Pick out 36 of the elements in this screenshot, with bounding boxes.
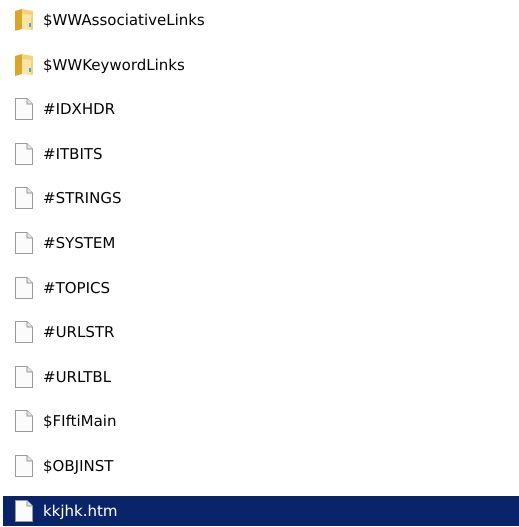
file-row[interactable]: #URLTBL bbox=[3, 362, 519, 392]
file-row[interactable]: $WWAssociativeLinks bbox=[3, 5, 519, 35]
file-row[interactable]: $WWKeywordLinks bbox=[3, 50, 519, 80]
file-name: $FIftiMain bbox=[43, 412, 116, 430]
file-icon bbox=[14, 320, 34, 344]
file-icon bbox=[14, 364, 34, 389]
file-row[interactable]: $FIftiMain bbox=[3, 406, 519, 436]
file-row[interactable]: #IDXHDR bbox=[3, 94, 519, 124]
file-icon bbox=[14, 142, 34, 166]
file-row[interactable]: #STRINGS bbox=[3, 183, 519, 214]
file-name: kkjhk.htm bbox=[43, 502, 118, 520]
file-icon bbox=[14, 186, 34, 210]
file-icon bbox=[14, 409, 34, 434]
file-row[interactable]: $OBJINST bbox=[3, 450, 519, 481]
file-icon bbox=[14, 454, 34, 478]
file-name: #IDXHDR bbox=[43, 100, 116, 118]
file-name: #STRINGS bbox=[43, 189, 122, 208]
file-name: $WWKeywordLinks bbox=[43, 56, 185, 74]
file-name: $WWAssociativeLinks bbox=[43, 11, 205, 29]
file-name: #SYSTEM bbox=[43, 234, 116, 252]
folder-icon bbox=[14, 8, 34, 32]
file-icon bbox=[14, 230, 34, 255]
file-name: #URLSTR bbox=[43, 323, 114, 342]
file-icon bbox=[14, 498, 34, 523]
file-name: #URLTBL bbox=[43, 368, 112, 386]
file-row[interactable]: #SYSTEM bbox=[3, 228, 519, 258]
folder-icon bbox=[14, 52, 34, 77]
file-icon bbox=[14, 276, 34, 300]
file-row[interactable]: #ITBITS bbox=[3, 138, 519, 169]
file-row[interactable]: #URLSTR bbox=[3, 317, 519, 348]
file-row[interactable]: #TOPICS bbox=[3, 272, 519, 303]
file-row[interactable]: kkjhk.htm bbox=[3, 496, 519, 526]
file-name: #TOPICS bbox=[43, 278, 110, 297]
file-icon bbox=[14, 97, 34, 122]
file-name: #ITBITS bbox=[43, 144, 103, 163]
file-name: $OBJINST bbox=[43, 456, 114, 475]
